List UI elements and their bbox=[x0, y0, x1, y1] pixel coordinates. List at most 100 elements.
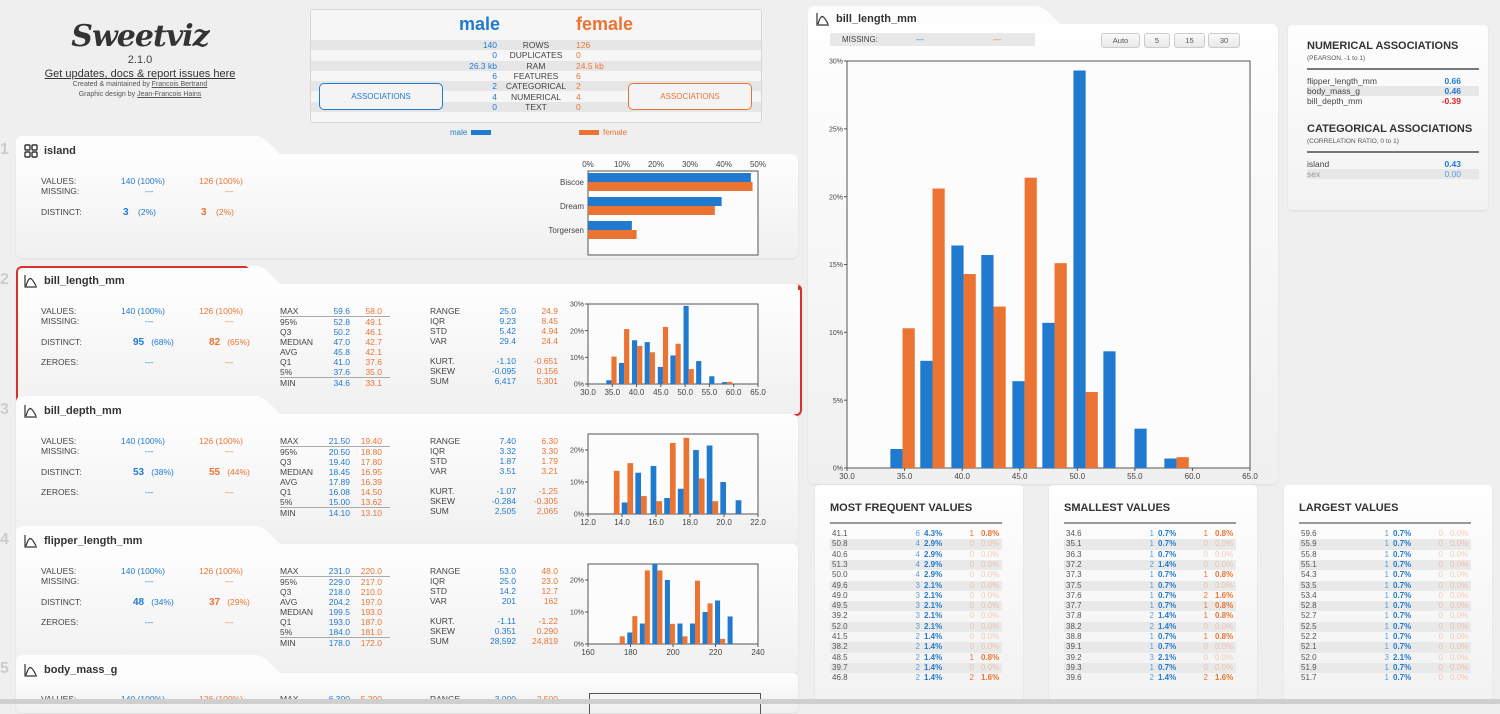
feature-card-island[interactable]: island VALUES: 140 (100%) 126 (100%) MIS… bbox=[16, 136, 798, 258]
association-row[interactable]: body_mass_g 0.46 bbox=[1307, 86, 1479, 96]
stat-row bbox=[430, 606, 560, 616]
updates-docs-link[interactable]: Get updates, docs & report issues here bbox=[40, 68, 240, 80]
value: 52.2 bbox=[1301, 632, 1317, 641]
male-percent: 2.1% bbox=[1393, 652, 1412, 662]
distinct-female: 3 bbox=[201, 207, 207, 218]
horizontal-scrollbar[interactable] bbox=[0, 699, 1500, 704]
male-percent: 0.7% bbox=[1393, 559, 1412, 569]
y-tick-label: 25% bbox=[829, 127, 843, 134]
table-row: 38.8 1 0.7% 1 0.8% bbox=[1064, 632, 1236, 642]
detail-title: bill_length_mm bbox=[816, 12, 917, 26]
association-value: 0.66 bbox=[1444, 76, 1461, 86]
value: 38.8 bbox=[1066, 632, 1082, 641]
distinct-male-pct: (68%) bbox=[151, 337, 174, 347]
stat-row: MIN 14.10 13.10 bbox=[280, 508, 390, 518]
stat-male: 18.45 bbox=[328, 467, 350, 477]
island-bar-chart: 0% 10% 20% 30% 40% 50% Biscoe Dream Torgersen bbox=[548, 160, 766, 256]
x-tick-label: 20% bbox=[648, 160, 664, 169]
male-associations-button[interactable]: ASSOCIATIONS bbox=[319, 83, 443, 110]
distinct-label: DISTINCT: bbox=[41, 207, 82, 217]
missing-label: MISSING: bbox=[41, 576, 80, 586]
male-percent: 0.7% bbox=[1393, 621, 1412, 631]
association-row[interactable]: bill_depth_mm -0.39 bbox=[1307, 96, 1479, 106]
feature-card-bill-length-mm[interactable]: bill_length_mm VALUES: 140 (100%) 126 (100%… bbox=[16, 266, 802, 416]
bar-male bbox=[735, 500, 742, 514]
male-percent: 1.4% bbox=[924, 632, 943, 641]
female-percent: 0.0% bbox=[1450, 652, 1469, 662]
stat-label: IQR bbox=[430, 316, 446, 326]
summary-label: CATEGORICAL bbox=[505, 81, 567, 92]
y-tick-label: 10% bbox=[829, 330, 843, 337]
distinct-female-pct: (2%) bbox=[216, 207, 234, 217]
table-row: 52.0 3 2.1% 0 0.0% bbox=[1299, 653, 1471, 663]
male-percent: 0.7% bbox=[1393, 662, 1412, 672]
y-tick-label: 20% bbox=[829, 194, 843, 201]
x-tick-label: 55.0 bbox=[702, 388, 718, 396]
stat-female: 8.45 bbox=[541, 316, 558, 326]
bins-30-button[interactable]: 30 bbox=[1208, 33, 1240, 48]
table-row: 39.2 3 2.1% 0 0.0% bbox=[830, 611, 1002, 621]
stat-row: Q1 193.0 187.0 bbox=[280, 617, 390, 627]
quantile-stats: MAX 231.0 220.0 95% 229.0 217.0 Q3 218.0 210.0 AV… bbox=[280, 566, 390, 648]
stat-row: 95% 52.8 49.1 bbox=[280, 317, 390, 327]
table-row: 52.5 1 0.7% 0 0.0% bbox=[1299, 621, 1471, 632]
missing-label: MISSING: bbox=[41, 186, 80, 196]
bins-auto-button[interactable]: Auto bbox=[1101, 33, 1140, 48]
stat-male: 3.51 bbox=[499, 466, 516, 476]
bar-male bbox=[920, 360, 933, 468]
stat-male: -0.284 bbox=[491, 496, 516, 506]
bar-male bbox=[1103, 351, 1116, 468]
value: 52.8 bbox=[1301, 601, 1317, 611]
author-link[interactable]: Francois Bertrand bbox=[152, 81, 208, 88]
association-row[interactable]: sex 0.00 bbox=[1307, 169, 1479, 179]
values-label: VALUES: bbox=[41, 436, 77, 446]
table-row: 41.1 6 4.3% 1 0.8% bbox=[830, 529, 1002, 539]
stat-row: VAR 3.51 3.21 bbox=[430, 466, 560, 476]
feature-card-bill-depth-mm[interactable]: bill_depth_mm VALUES: 140 (100%) 126 (100%)… bbox=[16, 396, 798, 544]
numerical-distribution-icon bbox=[816, 13, 829, 26]
male-percent: 0.7% bbox=[1393, 611, 1412, 621]
credit-design: Graphic design by Jean-Francois Hains bbox=[40, 90, 240, 100]
male-count: 1 bbox=[1149, 549, 1154, 559]
female-count: 0 bbox=[969, 549, 974, 559]
feature-card-body-mass-g[interactable]: body_mass_g VALUES: 140 (100%) 126 (100%… bbox=[16, 655, 798, 714]
feature-title[interactable]: body_mass_g bbox=[24, 663, 117, 677]
bins-15-button[interactable]: 15 bbox=[1174, 33, 1205, 48]
stat-female: 13.10 bbox=[360, 508, 382, 518]
association-row[interactable]: island 0.43 bbox=[1307, 159, 1479, 169]
feature-title[interactable]: island bbox=[24, 144, 76, 158]
version-label: 2.1.0 bbox=[127, 54, 153, 66]
distinct-male: 53 bbox=[133, 467, 145, 478]
stat-label: MIN bbox=[280, 378, 296, 388]
feature-title[interactable]: bill_length_mm bbox=[24, 274, 125, 288]
zeroes-label: ZEROES: bbox=[41, 357, 79, 367]
bar-male bbox=[664, 580, 670, 644]
female-associations-button[interactable]: ASSOCIATIONS bbox=[628, 83, 752, 110]
male-percent: 0.7% bbox=[1158, 662, 1177, 672]
female-percent: 1.6% bbox=[1215, 590, 1234, 600]
numerical-distribution-icon bbox=[24, 664, 37, 677]
y-tick-label: 30% bbox=[829, 59, 843, 66]
feature-title[interactable]: flipper_length_mm bbox=[24, 534, 142, 548]
designer-link[interactable]: Jean-Francois Hains bbox=[137, 91, 201, 98]
feature-title[interactable]: bill_depth_mm bbox=[24, 404, 122, 418]
stat-male: 20.50 bbox=[328, 447, 350, 457]
values-male: 140 (100%) bbox=[121, 566, 165, 576]
x-tick-label: 35.0 bbox=[604, 388, 620, 396]
stat-label: SUM bbox=[430, 506, 449, 516]
association-row[interactable]: flipper_length_mm 0.66 bbox=[1307, 76, 1479, 86]
feature-card-flipper-length-mm[interactable]: flipper_length_mm VALUES: 140 (100%) 126 (1… bbox=[16, 526, 798, 674]
quantile-stats: MAX 21.50 19.40 95% 20.50 18.80 Q3 19.40 17.80 ME… bbox=[280, 436, 390, 518]
female-count: 1 bbox=[1203, 529, 1208, 538]
divider bbox=[1307, 68, 1479, 70]
female-count: 0 bbox=[1438, 570, 1443, 580]
value: 55.8 bbox=[1301, 549, 1317, 559]
female-percent: 0.0% bbox=[1450, 590, 1469, 600]
y-tick-label: 10% bbox=[570, 480, 584, 487]
bins-5-button[interactable]: 5 bbox=[1144, 33, 1170, 48]
stat-male: 16.08 bbox=[328, 487, 350, 497]
zeroes-label: ZEROES: bbox=[41, 617, 79, 627]
female-count: 0 bbox=[1203, 642, 1208, 652]
stat-female: 1.79 bbox=[541, 456, 558, 466]
stat-label: VAR bbox=[430, 466, 447, 476]
